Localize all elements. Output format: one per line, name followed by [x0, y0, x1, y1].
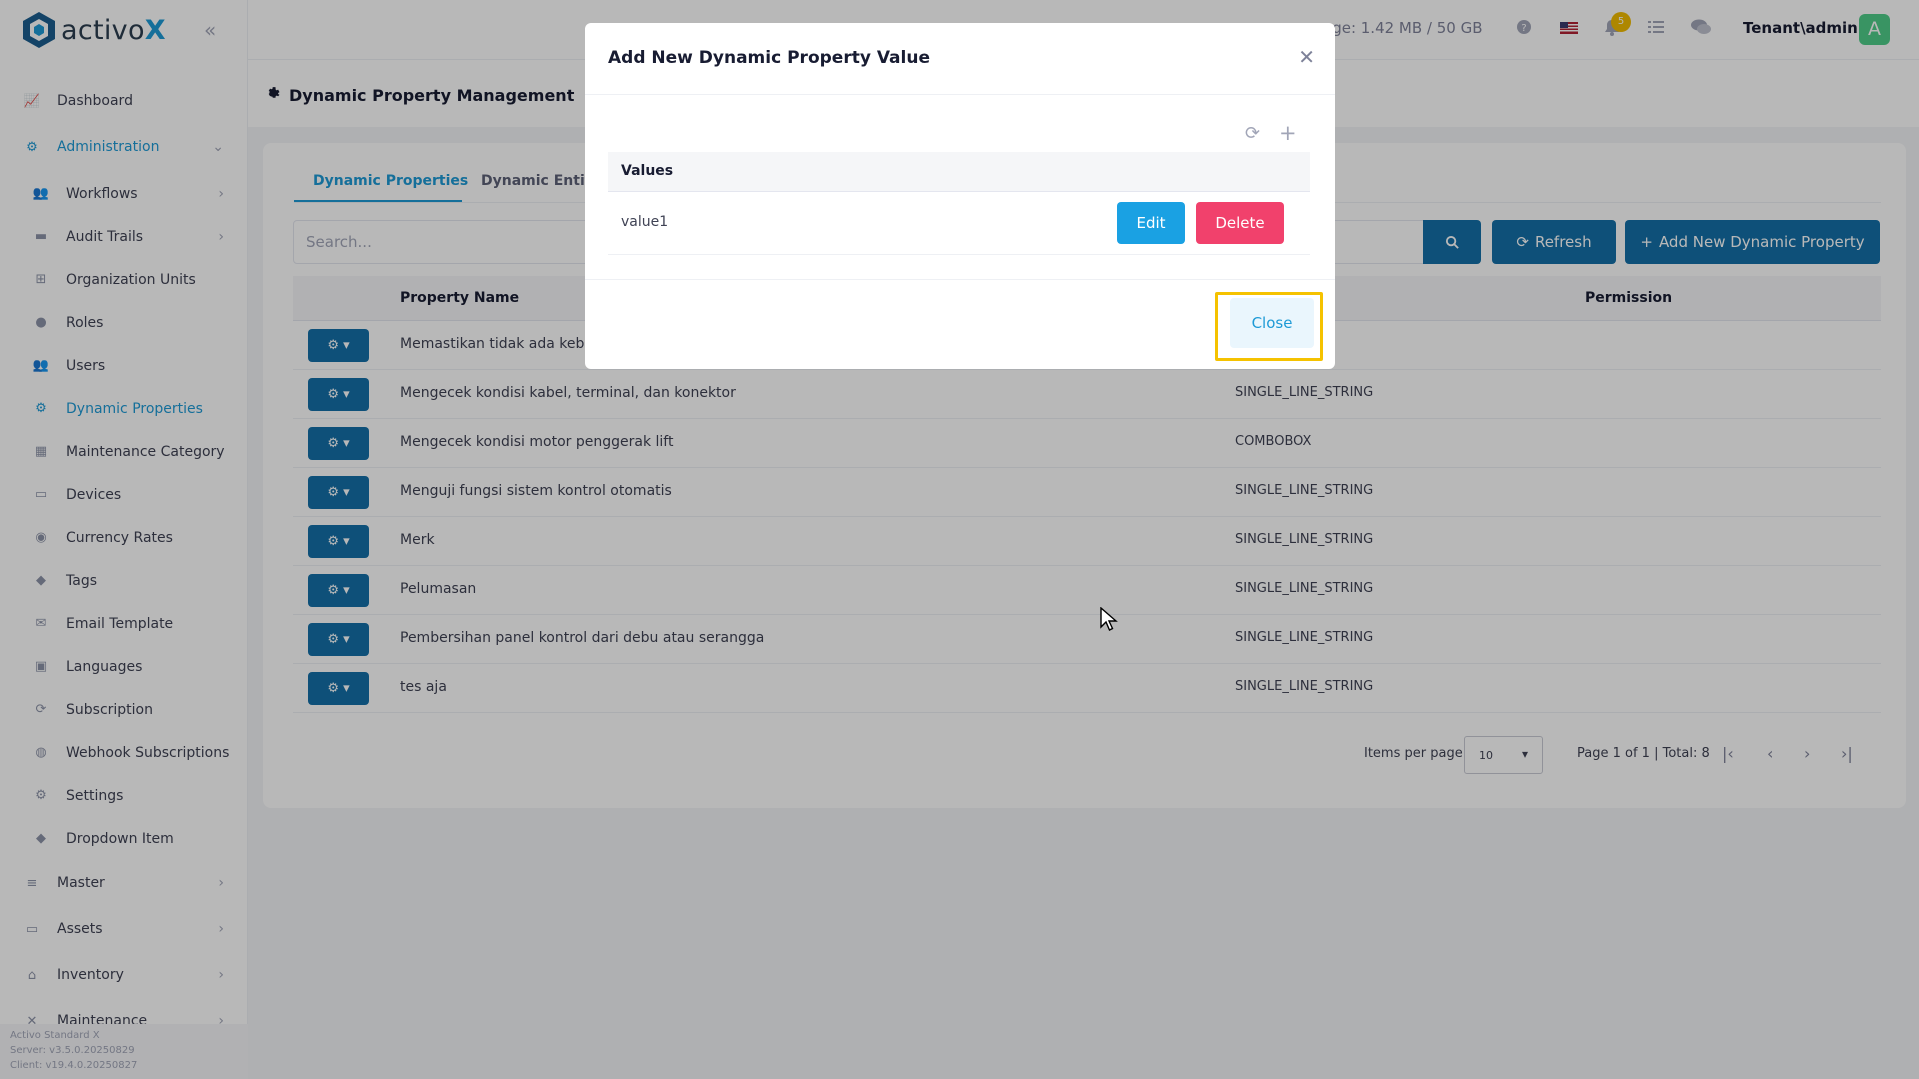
plus-icon[interactable]: + — [1279, 121, 1297, 145]
modal-header: Add New Dynamic Property Value ✕ — [585, 23, 1335, 95]
modal-title: Add New Dynamic Property Value — [608, 48, 930, 68]
refresh-icon[interactable]: ⟳ — [1245, 123, 1260, 144]
highlight-box — [1215, 292, 1323, 361]
modal-footer-divider — [585, 279, 1335, 280]
delete-button[interactable]: Delete — [1196, 202, 1284, 244]
value-text: value1 — [621, 214, 669, 230]
values-header: Values — [608, 152, 1310, 192]
edit-button[interactable]: Edit — [1117, 202, 1185, 244]
mouse-cursor-icon — [1100, 607, 1118, 631]
value-row: value1 Edit Delete — [608, 192, 1310, 255]
close-icon[interactable]: ✕ — [1298, 45, 1315, 69]
